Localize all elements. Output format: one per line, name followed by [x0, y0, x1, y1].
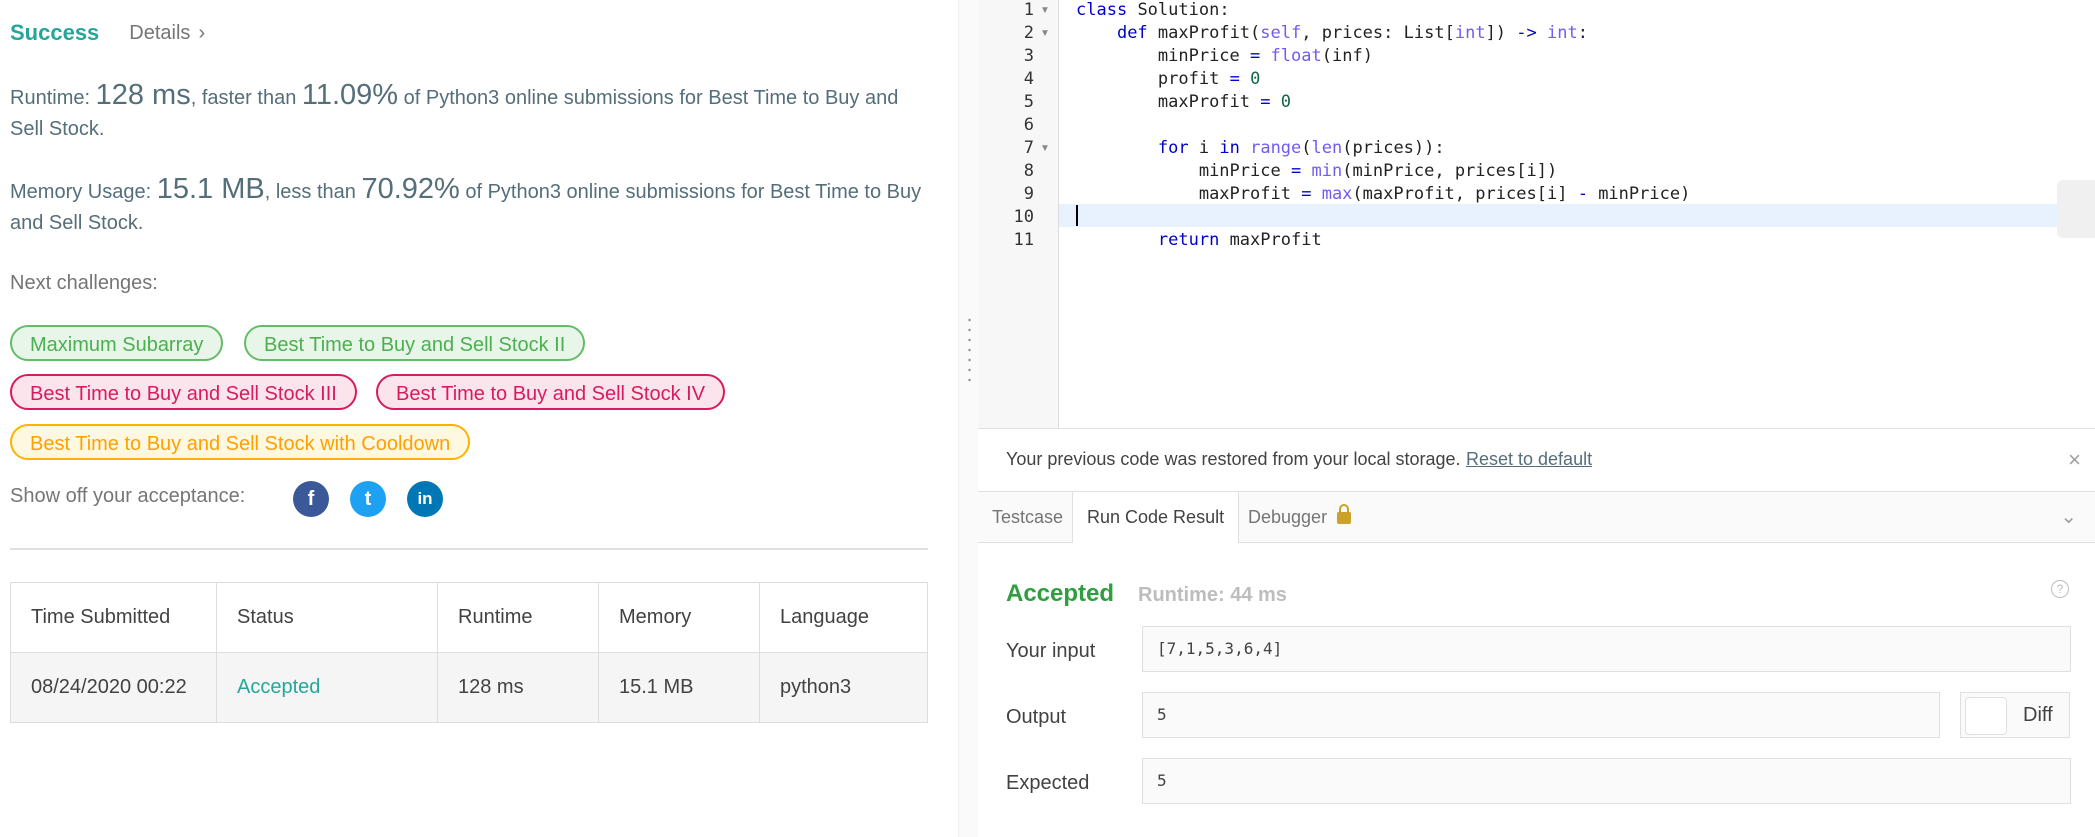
column-header: Runtime [437, 582, 599, 653]
chevron-down-icon[interactable]: ⌄ [2060, 504, 2077, 529]
input-value: [7,1,5,3,6,4] [1142, 626, 2071, 672]
runtime-percent: 11.09% [301, 79, 399, 111]
challenge-chip[interactable]: Best Time to Buy and Sell Stock II [244, 325, 586, 361]
table-header-row: Time Submitted Status Runtime Memory Lan… [10, 582, 928, 653]
current-line-highlight [1059, 204, 2095, 227]
lock-icon [1337, 504, 1352, 524]
line-number: 1 [1023, 0, 1034, 20]
tab-testcase[interactable]: Testcase [978, 492, 1077, 542]
output-label: Output [1006, 706, 1067, 728]
fold-arrow-icon[interactable]: ▼ [1040, 143, 1050, 154]
memory-value: 15.1 MB [156, 173, 265, 205]
panel-splitter[interactable] [958, 0, 980, 837]
line-number: 6 [1023, 115, 1034, 135]
console-tabs: Testcase Run Code Result Debugger ⌄ [978, 492, 2095, 543]
table-cell: 128 ms [437, 652, 599, 723]
reset-to-default-link[interactable]: Reset to default [1466, 449, 1592, 470]
diff-toggle[interactable]: Diff [1960, 692, 2070, 738]
tab-run-code-result[interactable]: Run Code Result [1072, 492, 1240, 543]
code-line[interactable]: maxProfit = max(maxProfit, prices[i] - m… [1076, 184, 1691, 204]
line-number: 3 [1023, 46, 1034, 66]
expected-value: 5 [1142, 758, 2071, 804]
close-icon[interactable]: × [2068, 447, 2081, 473]
text-cursor [1076, 205, 1078, 226]
code-line[interactable]: def maxProfit(self, prices: List[int]) -… [1076, 23, 1588, 43]
code-line[interactable]: class Solution: [1076, 0, 1230, 20]
column-header: Memory [598, 582, 760, 653]
line-number: 10 [1013, 207, 1034, 227]
copy-icon[interactable] [2057, 180, 2095, 238]
line-number: 8 [1023, 161, 1034, 181]
output-value: 5 [1142, 692, 1940, 738]
facebook-icon[interactable]: f [293, 481, 329, 517]
code-line[interactable]: minPrice = float(inf) [1076, 46, 1373, 66]
tab-debugger[interactable]: Debugger [1234, 492, 1365, 542]
column-header: Status [216, 582, 438, 653]
line-number: 4 [1023, 69, 1034, 89]
column-header: Language [759, 582, 928, 653]
diff-label: Diff [2023, 704, 2053, 726]
run-runtime: Runtime: 44 ms [1138, 584, 1287, 606]
code-line[interactable]: for i in range(len(prices)): [1076, 138, 1445, 158]
challenge-chip[interactable]: Maximum Subarray [10, 325, 224, 361]
table-cell: 15.1 MB [598, 652, 760, 723]
result-status: Success [10, 20, 100, 45]
code-line[interactable]: minPrice = min(minPrice, prices[i]) [1076, 161, 1557, 181]
divider [10, 548, 928, 550]
fold-arrow-icon[interactable]: ▼ [1040, 28, 1050, 39]
line-number: 11 [1013, 230, 1034, 250]
drag-handle-icon[interactable] [968, 315, 971, 385]
editor-panel: 1 ▼ class Solution: 2 ▼ def maxProfit(self, … [978, 0, 2095, 837]
tab-label: Run Code Result [1087, 507, 1225, 527]
table-row[interactable]: 08/24/2020 00:22 Accepted 128 ms 15.1 MB… [10, 652, 928, 723]
submissions-table: Time Submitted Status Runtime Memory Lan… [10, 582, 928, 723]
input-label: Your input [1006, 640, 1096, 662]
linkedin-icon[interactable]: in [407, 481, 443, 517]
challenge-chip[interactable]: Best Time to Buy and Sell Stock IV [376, 374, 726, 410]
runtime-value: 128 ms [95, 79, 191, 111]
fold-arrow-icon[interactable]: ▼ [1040, 5, 1050, 16]
memory-percent: 70.92% [361, 173, 460, 205]
diff-switch[interactable] [1965, 697, 2007, 735]
line-number: 5 [1023, 92, 1034, 112]
code-editor[interactable]: 1 ▼ class Solution: 2 ▼ def maxProfit(self, … [978, 0, 2095, 429]
result-header: Success Details › [10, 18, 205, 48]
tab-label: Testcase [992, 507, 1064, 527]
table-cell: python3 [759, 652, 928, 723]
status-link[interactable]: Accepted [216, 652, 438, 723]
challenge-chip[interactable]: Best Time to Buy and Sell Stock with Coo… [10, 424, 471, 460]
line-number: 2 [1023, 23, 1034, 43]
memory-stat: Memory Usage: 15.1 MB, less than 70.92% … [10, 174, 935, 239]
runtime-stat: Runtime: 128 ms, faster than 11.09% of P… [10, 80, 935, 145]
next-challenges-label: Next challenges: [10, 272, 158, 294]
code-line[interactable]: maxProfit = 0 [1076, 92, 1291, 112]
twitter-icon[interactable]: t [350, 481, 386, 517]
details-link[interactable]: Details [129, 22, 190, 45]
challenge-chip[interactable]: Best Time to Buy and Sell Stock III [10, 374, 357, 410]
line-number: 7 [1023, 138, 1034, 158]
memory-mid: , less than [264, 181, 362, 203]
code-line[interactable]: return maxProfit [1076, 230, 1322, 250]
runtime-mid: , faster than [190, 87, 302, 109]
column-header: Time Submitted [10, 582, 217, 653]
memory-label: Memory Usage: [10, 181, 157, 203]
share-label: Show off your acceptance: [10, 485, 246, 507]
notice-message: Your previous code was restored from you… [1006, 449, 1461, 469]
tab-label: Debugger [1248, 507, 1328, 527]
code-line[interactable]: profit = 0 [1076, 69, 1260, 89]
table-cell: 08/24/2020 00:22 [10, 652, 217, 723]
line-number: 9 [1023, 184, 1034, 204]
expected-label: Expected [1006, 772, 1090, 794]
run-status: Accepted [1006, 580, 1115, 607]
runtime-label: Runtime: [10, 87, 96, 109]
chevron-right-icon[interactable]: › [198, 22, 205, 45]
restore-notice: Your previous code was restored from you… [978, 429, 2095, 492]
help-icon[interactable]: ? [2051, 580, 2069, 598]
submission-result-panel: Success Details › Runtime: 128 ms, faste… [0, 0, 958, 837]
